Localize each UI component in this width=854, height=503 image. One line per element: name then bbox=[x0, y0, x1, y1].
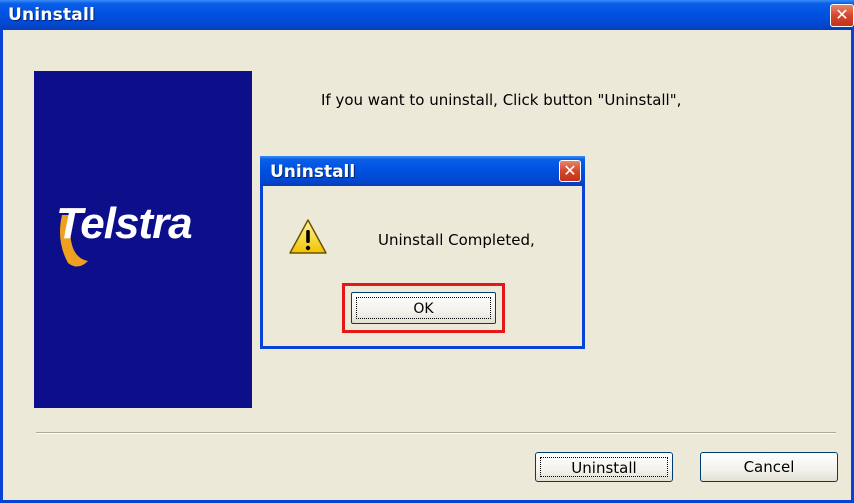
instruction-text: If you want to uninstall, Click button "… bbox=[321, 91, 682, 109]
separator bbox=[36, 432, 836, 434]
cancel-button[interactable]: Cancel bbox=[700, 452, 838, 482]
uninstall-button[interactable]: Uninstall bbox=[535, 452, 673, 482]
close-icon: ✕ bbox=[563, 161, 577, 180]
uninstall-button-label: Uninstall bbox=[540, 457, 668, 477]
window-title: Uninstall bbox=[8, 5, 96, 25]
window-titlebar[interactable]: Uninstall ✕ bbox=[0, 0, 854, 30]
dialog-title: Uninstall bbox=[270, 162, 356, 182]
close-icon: ✕ bbox=[835, 5, 849, 24]
completion-dialog: Uninstall ✕ Uninstall Completed, OK bbox=[260, 156, 585, 349]
ok-highlight-box: OK bbox=[342, 283, 505, 333]
dialog-close-button[interactable]: ✕ bbox=[559, 160, 581, 182]
ok-button-label: OK bbox=[356, 297, 491, 319]
warning-icon bbox=[289, 219, 327, 254]
ok-button[interactable]: OK bbox=[351, 292, 496, 324]
logo-text: Telstra bbox=[56, 199, 193, 248]
dialog-titlebar[interactable]: Uninstall ✕ bbox=[260, 156, 585, 186]
window-close-button[interactable]: ✕ bbox=[830, 4, 854, 27]
telstra-logo-panel: Telstra bbox=[34, 71, 252, 408]
dialog-message: Uninstall Completed, bbox=[378, 231, 535, 249]
